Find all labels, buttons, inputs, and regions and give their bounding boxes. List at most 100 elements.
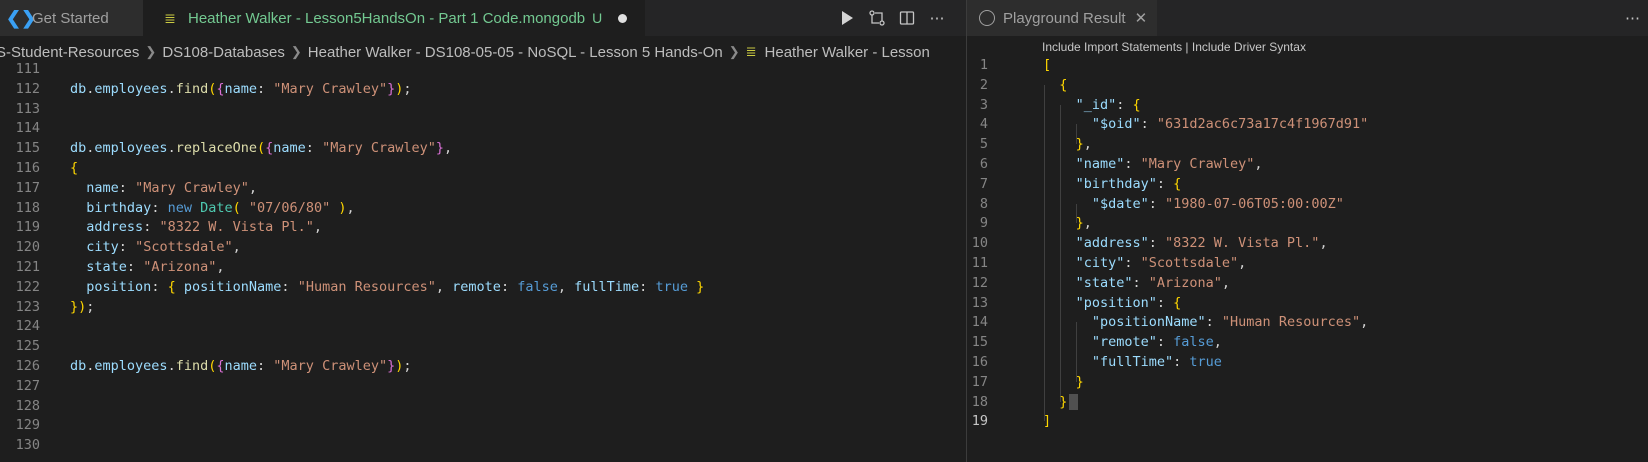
tab-playground-result[interactable]: Playground Result ✕ — [967, 0, 1157, 36]
code-text: } — [1043, 392, 1079, 413]
line-number: 125 — [15, 338, 40, 355]
compare-icon[interactable] — [862, 0, 892, 36]
line-number: 9 — [979, 215, 988, 232]
breadcrumb-item[interactable]: Heather Walker - Lesson — [765, 44, 930, 61]
code-text: } — [1075, 373, 1084, 390]
code-text: "address": "8322 W. Vista Pl.", — [1075, 235, 1328, 252]
more-actions-icon[interactable]: ⋯ — [922, 0, 952, 36]
code-text: { — [1059, 76, 1068, 93]
line-number: 117 — [15, 179, 40, 196]
code-text: "remote": false, — [1091, 334, 1222, 351]
code-text: "$date": "1980-07-06T05:00:00Z" — [1091, 195, 1344, 212]
line-number: 11 — [971, 255, 988, 271]
code-text: ] — [1043, 413, 1052, 430]
code-text: name: "Mary Crawley", — [86, 179, 258, 196]
file-lines-icon: ≣ — [745, 44, 757, 59]
chevron-right-icon: ❯ — [728, 44, 740, 59]
vscode-logo-icon: ❮❯ — [6, 8, 37, 28]
breadcrumb-item[interactable]: Heather Walker - DS108-05-05 - NoSQL - L… — [308, 44, 723, 61]
code-text: }, — [1075, 215, 1092, 232]
git-untracked-badge: U — [592, 10, 603, 26]
code-text: birthday: new Date( "07/06/80" ), — [86, 199, 355, 216]
line-number: 116 — [15, 160, 40, 176]
codelens-separator: | — [1185, 40, 1189, 54]
code-text: db.employees.find({name: "Mary Crawley"}… — [70, 80, 412, 97]
line-number: 130 — [15, 437, 40, 454]
line-number: 14 — [971, 314, 988, 331]
more-actions-icon[interactable]: ⋯ — [1625, 0, 1640, 36]
line-number: 17 — [971, 373, 988, 390]
line-number: 16 — [971, 354, 988, 370]
code-text: { — [70, 160, 79, 176]
code-text: address: "8322 W. Vista Pl.", — [86, 219, 323, 236]
code-text: "position": { — [1075, 294, 1182, 311]
line-number: 115 — [15, 140, 40, 157]
tab-label: Get Started — [32, 9, 109, 27]
line-number: 4 — [979, 116, 988, 133]
code-text: "name": "Mary Crawley", — [1075, 156, 1263, 172]
tab-get-started[interactable]: ❮❯ Get Started — [0, 0, 144, 36]
line-number: 3 — [979, 96, 988, 113]
line-number: 2 — [979, 76, 988, 93]
code-text: state: "Arizona", — [86, 259, 225, 275]
code-editor[interactable]: 111 112 db.employees.find({name: "Mary Cra… — [0, 61, 966, 462]
code-text: position: { positionName: "Human Resourc… — [86, 278, 705, 295]
chevron-right-icon: ❯ — [145, 44, 157, 59]
breadcrumb-item[interactable]: S-Student-Resources — [0, 44, 139, 61]
line-number: 5 — [979, 136, 988, 153]
line-number: 10 — [971, 235, 988, 252]
line-number: 121 — [15, 259, 40, 275]
tab-label: Playground Result — [1003, 9, 1126, 27]
line-number: 7 — [979, 175, 988, 192]
code-text: "state": "Arizona", — [1075, 274, 1231, 291]
code-text: [ — [1043, 57, 1052, 73]
line-number: 126 — [15, 358, 40, 374]
line-number: 124 — [15, 318, 40, 335]
result-editor[interactable]: 1 [2 {3 "_id": { 4 "$oid": "631d2ac6c73a17… — [967, 55, 1648, 462]
editor-tab-bar: ❮❯ Get Started ≣ Heather Walker - Lesson… — [0, 0, 966, 36]
code-text: "city": "Scottsdale", — [1075, 255, 1247, 271]
line-number: 119 — [15, 219, 40, 236]
code-text: db.employees.replaceOne({name: "Mary Cra… — [70, 140, 453, 157]
line-number: 128 — [15, 397, 40, 414]
file-lines-icon: ≣ — [164, 9, 176, 26]
code-text: }); — [70, 298, 95, 315]
editor-group-right: Playground Result ✕ ⋯ Include Import Sta… — [967, 0, 1648, 462]
line-number: 15 — [971, 334, 988, 351]
breadcrumb: S-Student-Resources ❯ DS108-Databases ❯ … — [0, 36, 966, 68]
line-number: 113 — [15, 100, 40, 117]
code-text: }, — [1075, 136, 1092, 153]
playground-icon — [979, 10, 995, 26]
line-number: 13 — [971, 294, 988, 311]
codelens: Include Import Statements | Include Driv… — [1042, 40, 1306, 54]
chevron-right-icon: ❯ — [290, 44, 302, 59]
include-import-link[interactable]: Include Import Statements — [1042, 40, 1182, 54]
line-number: 118 — [15, 199, 40, 216]
line-number: 18 — [971, 393, 988, 410]
tab-label: Heather Walker - Lesson5HandsOn - Part 1… — [188, 9, 586, 27]
line-number: 122 — [15, 278, 40, 295]
code-text: "fullTime": true — [1091, 354, 1222, 370]
run-icon[interactable] — [832, 0, 862, 36]
include-driver-link[interactable]: Include Driver Syntax — [1192, 40, 1306, 54]
breadcrumb-item[interactable]: DS108-Databases — [162, 44, 285, 61]
code-text: city: "Scottsdale", — [86, 239, 241, 256]
line-number: 8 — [979, 195, 988, 212]
line-number: 127 — [15, 377, 40, 394]
editor-actions: ⋯ — [832, 0, 952, 36]
line-number: 120 — [15, 239, 40, 256]
line-number: 112 — [15, 80, 40, 97]
unsaved-dot-icon[interactable] — [618, 13, 628, 23]
code-text: "positionName": "Human Resources", — [1091, 314, 1369, 331]
code-text: "_id": { — [1075, 96, 1141, 113]
line-number: 123 — [15, 298, 40, 315]
editor-group-left: ❮❯ Get Started ≣ Heather Walker - Lesson… — [0, 0, 966, 462]
tab-mongodb-file[interactable]: ≣ Heather Walker - Lesson5HandsOn - Part… — [143, 0, 645, 36]
code-text: db.employees.find({name: "Mary Crawley"}… — [70, 358, 412, 374]
line-number: 111 — [15, 61, 40, 77]
close-icon[interactable]: ✕ — [1135, 9, 1148, 27]
split-editor-icon[interactable] — [892, 0, 922, 36]
line-number: 1 — [979, 57, 988, 73]
line-number: 129 — [15, 417, 40, 434]
code-text: "$oid": "631d2ac6c73a17c4f1967d91" — [1091, 116, 1369, 133]
